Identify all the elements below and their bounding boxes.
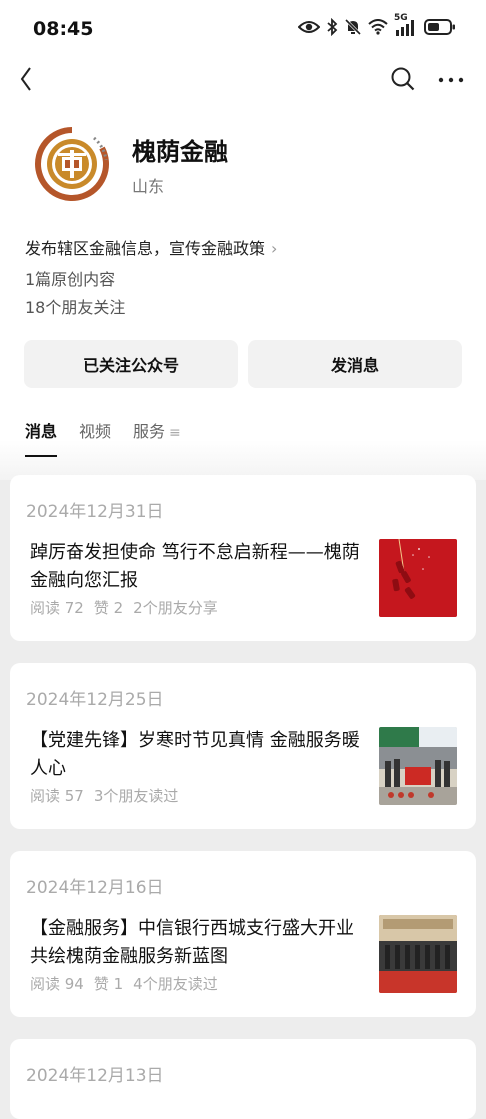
article-likes: 赞 2 bbox=[93, 599, 124, 617]
more-icon bbox=[438, 77, 464, 83]
back-arrow-icon bbox=[20, 67, 31, 91]
article-meta: 阅读 94 赞 1 4个朋友读过 bbox=[30, 973, 228, 994]
eye-icon bbox=[297, 19, 321, 39]
article-card[interactable]: 2024年12月25日 【党建先锋】岁寒时节见真情 金融服务暖人心 阅读 57 3… bbox=[10, 663, 476, 829]
status-time: 08:45 bbox=[33, 18, 94, 40]
article-thumbnail bbox=[379, 915, 457, 993]
tab-messages[interactable]: 消息 bbox=[25, 418, 58, 457]
friends-following[interactable]: 18个朋友关注 bbox=[25, 294, 125, 318]
chevron-right-icon: › bbox=[271, 239, 278, 258]
article-thumbnail bbox=[379, 539, 457, 617]
article-card[interactable]: 2024年12月31日 踔厉奋发担使命 笃行不怠启新程——槐荫金融向您汇报 阅读… bbox=[10, 475, 476, 641]
tab-services[interactable]: 服务 ≡ bbox=[133, 418, 181, 448]
article-social: 2个朋友分享 bbox=[133, 599, 218, 617]
content-tabs: 消息 视频 服务 ≡ bbox=[25, 418, 181, 457]
account-logo-emblem bbox=[35, 127, 109, 201]
red-firecracker-image bbox=[379, 539, 457, 617]
article-reads: 阅读 72 bbox=[30, 599, 84, 617]
article-date: 2024年12月13日 bbox=[26, 1066, 164, 1086]
article-card[interactable]: 2024年12月16日 【金融服务】中信银行西城支行盛大开业共绘槐荫金融服务新蓝… bbox=[10, 851, 476, 1017]
tab-services-label: 服务 bbox=[133, 422, 166, 441]
menu-icon: ≡ bbox=[169, 425, 181, 441]
send-message-button[interactable]: 发消息 bbox=[248, 340, 462, 388]
original-content-count[interactable]: 1篇原创内容 bbox=[25, 266, 115, 290]
article-card[interactable]: 2024年12月13日 bbox=[10, 1039, 476, 1119]
article-reads: 阅读 57 bbox=[30, 787, 84, 805]
article-thumbnail bbox=[379, 727, 457, 805]
account-region: 山东 bbox=[132, 177, 165, 196]
article-date: 2024年12月25日 bbox=[26, 690, 164, 710]
back-button[interactable] bbox=[14, 64, 38, 94]
group-photo-image bbox=[379, 727, 457, 805]
account-name: 槐荫金融 bbox=[132, 138, 228, 166]
article-social: 4个朋友读过 bbox=[133, 975, 218, 993]
followed-account-button[interactable]: 已关注公众号 bbox=[24, 340, 238, 388]
bank-opening-image bbox=[379, 915, 457, 993]
battery-icon bbox=[424, 18, 456, 40]
search-icon bbox=[391, 67, 415, 91]
article-likes: 赞 1 bbox=[93, 975, 124, 993]
article-date: 2024年12月31日 bbox=[26, 502, 164, 522]
network-type-label: 5G bbox=[394, 13, 408, 23]
status-icons: 5G bbox=[297, 13, 456, 40]
wifi-icon bbox=[368, 19, 388, 39]
article-title: 【金融服务】中信银行西城支行盛大开业共绘槐荫金融服务新蓝图 bbox=[30, 918, 354, 967]
signal-icon: 5G bbox=[394, 13, 418, 40]
status-bar: 08:45 5G bbox=[0, 0, 486, 58]
article-reads: 阅读 94 bbox=[30, 975, 84, 993]
account-description[interactable]: 发布辖区金融信息，宣传金融政策 › bbox=[25, 235, 277, 259]
article-meta: 阅读 57 3个朋友读过 bbox=[30, 785, 188, 806]
article-date: 2024年12月16日 bbox=[26, 878, 164, 898]
nav-bar bbox=[0, 58, 486, 102]
tab-videos-label: 视频 bbox=[79, 422, 112, 441]
article-title: 【党建先锋】岁寒时节见真情 金融服务暖人心 bbox=[30, 730, 360, 779]
mute-bell-icon bbox=[344, 18, 362, 40]
article-meta: 阅读 72 赞 2 2个朋友分享 bbox=[30, 597, 228, 618]
article-social: 3个朋友读过 bbox=[93, 787, 179, 805]
search-button[interactable] bbox=[390, 66, 416, 92]
tab-messages-label: 消息 bbox=[25, 422, 58, 441]
tab-videos[interactable]: 视频 bbox=[79, 418, 111, 448]
account-logo[interactable] bbox=[34, 126, 110, 202]
more-button[interactable] bbox=[437, 66, 465, 92]
article-title: 踔厉奋发担使命 笃行不怠启新程——槐荫金融向您汇报 bbox=[30, 542, 360, 591]
account-description-text: 发布辖区金融信息，宣传金融政策 bbox=[25, 239, 266, 258]
bluetooth-icon bbox=[326, 17, 338, 40]
